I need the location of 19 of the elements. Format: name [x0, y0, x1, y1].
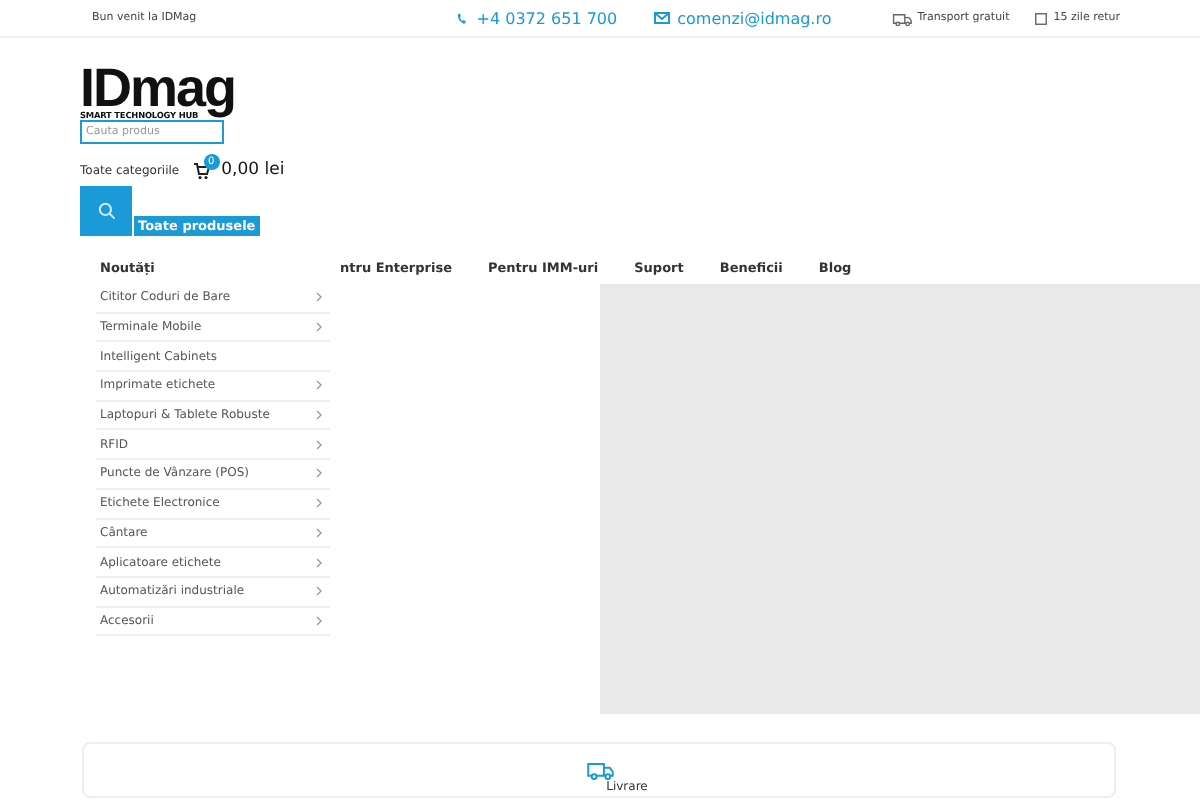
chevron-icon — [316, 615, 322, 626]
return-box-icon — [1033, 11, 1048, 25]
cart-total: 0,00 lei — [221, 160, 285, 180]
chevron-icon — [316, 586, 322, 597]
chevron-icon — [316, 439, 322, 450]
chevron-icon — [316, 322, 322, 333]
truck-icon — [891, 11, 912, 25]
chevron-icon — [316, 380, 322, 391]
chevron-icon — [316, 527, 322, 538]
chevron-icon — [316, 410, 322, 421]
truck-icon — [585, 760, 613, 780]
chevron-icon — [316, 292, 322, 303]
cart-icon[interactable] — [191, 161, 210, 179]
chevron-icon — [316, 468, 322, 479]
chevron-icon — [316, 557, 322, 568]
search-icon — [97, 202, 115, 220]
phone-icon — [456, 11, 469, 25]
chevron-icon — [316, 498, 322, 509]
mail-icon — [653, 12, 670, 24]
